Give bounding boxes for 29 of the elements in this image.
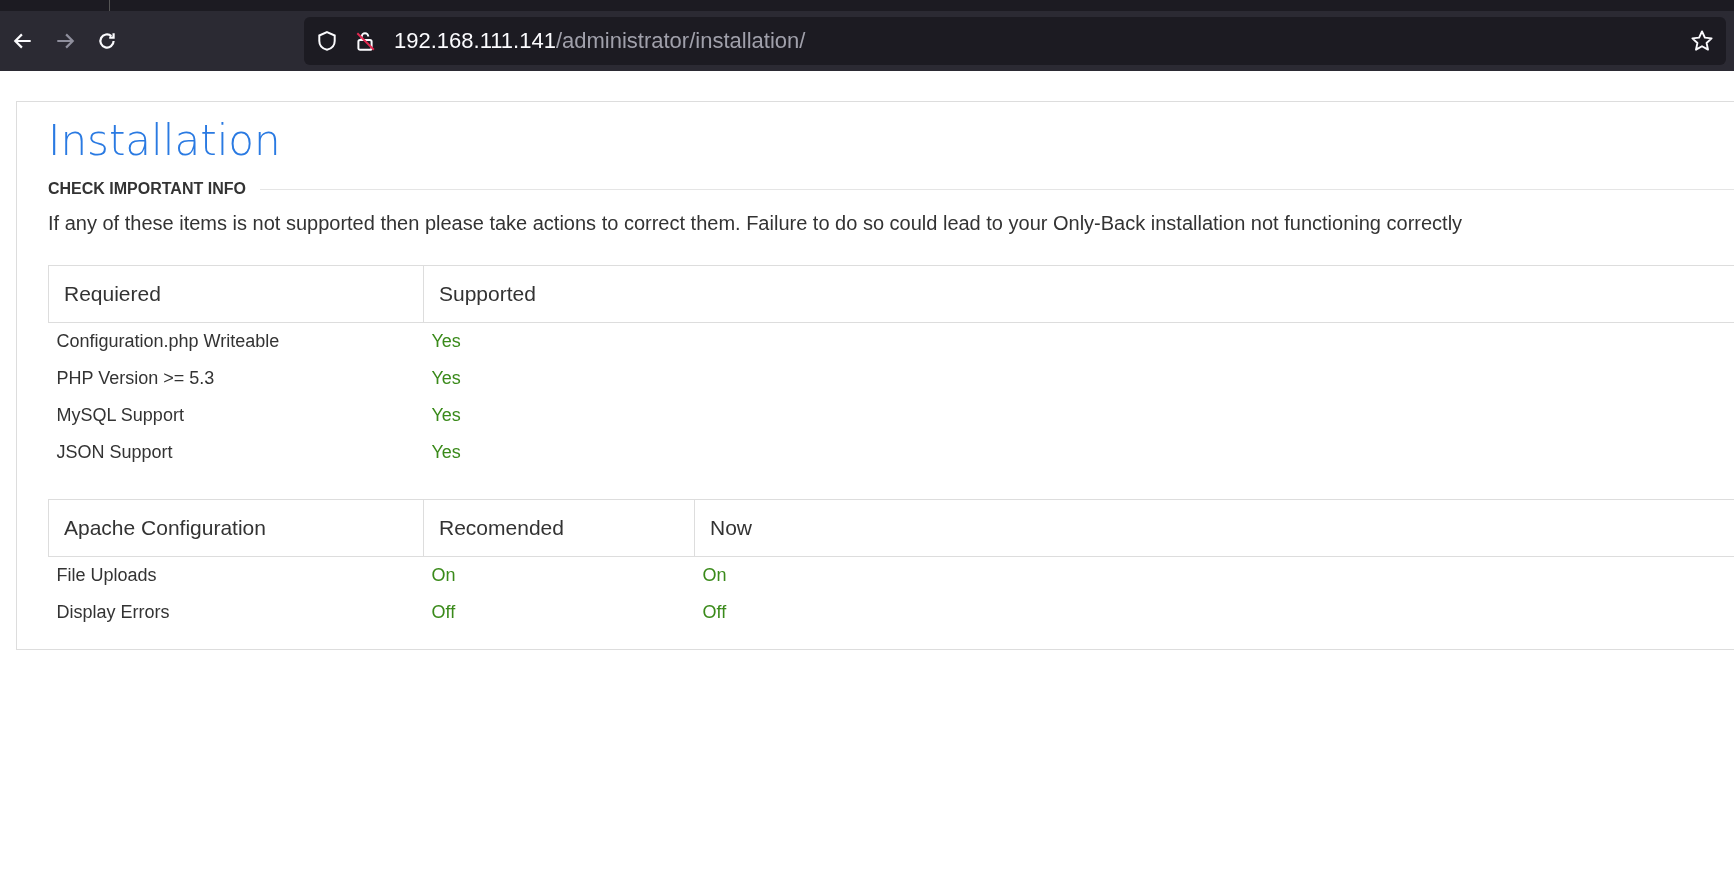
column-header: Supported: [423, 265, 1734, 323]
requirement-name: JSON Support: [55, 441, 174, 465]
requirement-name: Configuration.php Writeable: [48, 322, 424, 361]
section-heading: CHECK IMPORTANT INFO: [48, 180, 246, 199]
column-header: Now: [694, 499, 1734, 557]
supported-value: Yes: [423, 322, 1734, 361]
requirement-name: PHP Version >= 5.3: [55, 367, 216, 391]
current-value: On: [694, 556, 1734, 595]
bookmark-star-icon[interactable]: [1690, 29, 1714, 53]
column-header: Apache Configuration: [48, 499, 424, 557]
address-bar[interactable]: 192.168.111.141/administrator/installation/: [304, 17, 1726, 65]
page-title: Installation: [48, 116, 282, 167]
reload-icon[interactable]: [96, 30, 118, 52]
setting-name: Display Errors: [55, 601, 171, 625]
recommended-value: Off: [430, 601, 457, 625]
shield-icon[interactable]: [316, 30, 338, 52]
url-path: /administrator/installation/: [555, 28, 806, 53]
supported-value: Yes: [430, 404, 462, 428]
column-header: Requiered: [48, 265, 424, 323]
insecure-lock-icon[interactable]: [354, 30, 376, 52]
requirement-name: MySQL Support: [55, 404, 185, 428]
supported-value: Yes: [430, 441, 462, 465]
recommended-value: On: [423, 556, 695, 595]
current-value: Off: [701, 601, 728, 625]
supported-value: Yes: [430, 367, 462, 391]
setting-name: File Uploads: [48, 556, 424, 595]
column-header: Recomended: [423, 499, 695, 557]
notice-text: If any of these items is not supported then please take actions to correct them. Failure to do so could lead to your Only-Back installation not functioning correctly: [48, 212, 1464, 236]
url-host: 192.168.111.141: [394, 28, 556, 53]
